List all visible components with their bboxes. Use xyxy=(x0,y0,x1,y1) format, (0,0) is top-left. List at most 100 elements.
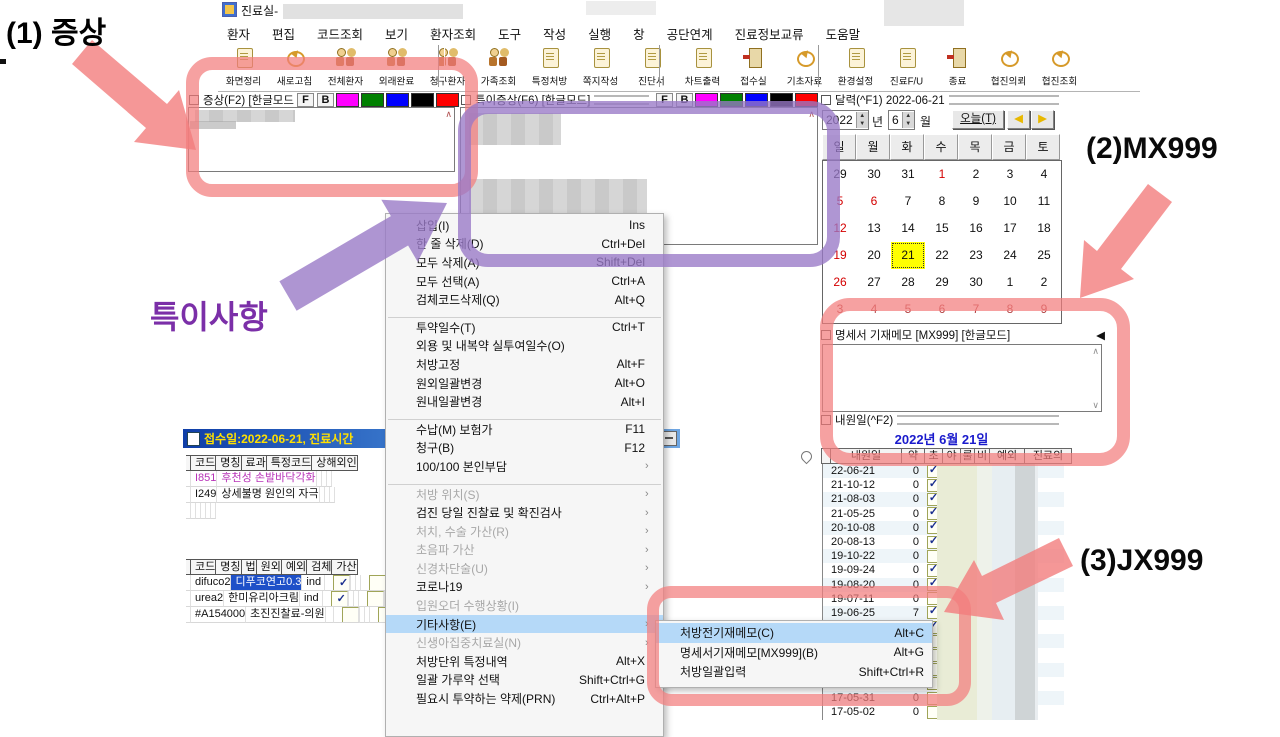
external-rx-checkbox[interactable] xyxy=(342,607,359,623)
prescription-column-header[interactable]: 검체 xyxy=(306,559,332,575)
calendar-day[interactable]: 18 xyxy=(1027,215,1061,242)
calendar-day[interactable]: 28 xyxy=(891,269,925,296)
visits-column-header[interactable]: 야 xyxy=(942,448,961,464)
menu-bar-item[interactable]: 진료정보교류 xyxy=(724,22,815,45)
calendar-day[interactable]: 5 xyxy=(823,188,857,215)
prescription-column-header[interactable]: 코드 xyxy=(190,559,216,575)
toolbar-button[interactable]: 가족조회 xyxy=(473,44,524,89)
context-menu-item[interactable]: 코로나19 › xyxy=(386,578,663,597)
toolbar-button[interactable]: 청구환자 xyxy=(422,44,473,89)
toolbar-button[interactable]: 외래완료 xyxy=(371,44,422,89)
calendar-day[interactable]: 17 xyxy=(993,215,1027,242)
calendar-day[interactable]: 23 xyxy=(959,242,993,269)
calendar-day[interactable]: 24 xyxy=(993,242,1027,269)
color-swatch-black[interactable] xyxy=(411,93,434,107)
font-button[interactable]: F xyxy=(656,93,673,107)
context-menu-item[interactable] xyxy=(386,309,663,318)
calendar-day[interactable]: 4 xyxy=(857,296,891,323)
calendar-day[interactable]: 1 xyxy=(993,269,1027,296)
scroll-up-icon[interactable]: ∧ xyxy=(808,110,815,118)
scroll-up-icon[interactable]: ∧ xyxy=(1092,347,1099,355)
calendar-today-button[interactable]: 오늘(T) xyxy=(952,110,1004,129)
panel-grip-icon[interactable] xyxy=(189,95,199,105)
context-menu-item[interactable]: 필요시 투약하는 약제(PRN) Ctrl+Alt+P xyxy=(386,689,663,708)
context-menu-item[interactable]: 초음파 가산 › xyxy=(386,541,663,560)
menu-bar-item[interactable]: 창 xyxy=(622,22,656,45)
context-menu-item[interactable]: 처방단위 특정내역 Alt+X xyxy=(386,652,663,671)
spinner-updown-icon[interactable]: ▲▼ xyxy=(902,112,914,128)
context-menu-item[interactable]: 모두 삭제(A) Shift+Del xyxy=(386,253,663,272)
visits-column-header[interactable]: 진료의 xyxy=(1024,448,1072,464)
spinner-updown-icon[interactable]: ▲▼ xyxy=(856,112,868,128)
calendar-day[interactable]: 7 xyxy=(891,188,925,215)
collapse-left-icon[interactable]: ◀ xyxy=(1096,328,1105,342)
context-menu-item[interactable]: 처방 위치(S) › xyxy=(386,485,663,504)
calendar-day[interactable]: 14 xyxy=(891,215,925,242)
panel-grip-icon[interactable] xyxy=(821,95,831,105)
calendar-day[interactable]: 8 xyxy=(925,188,959,215)
calendar-day[interactable]: 16 xyxy=(959,215,993,242)
calendar-day[interactable]: 15 xyxy=(925,215,959,242)
calendar-day[interactable]: 31 xyxy=(891,161,925,188)
calendar-day[interactable]: 5 xyxy=(891,296,925,323)
surcharge-checkbox[interactable] xyxy=(367,591,384,607)
menu-bar-item[interactable]: 코드조회 xyxy=(306,22,374,45)
toolbar-button[interactable]: 협진조회 xyxy=(1034,44,1085,89)
memo-text-area[interactable]: ∧ ∨ xyxy=(822,344,1102,412)
calendar-day[interactable]: 7 xyxy=(959,296,993,323)
context-menu-item[interactable] xyxy=(386,411,663,420)
visits-column-header[interactable]: 룰 xyxy=(960,448,975,464)
calendar-day[interactable]: 30 xyxy=(959,269,993,296)
calendar-day[interactable]: 19 xyxy=(823,242,857,269)
color-swatch-blue[interactable] xyxy=(745,93,768,107)
calendar-day[interactable]: 20 xyxy=(857,242,891,269)
diagnosis-column-header[interactable]: 코드 xyxy=(190,455,216,471)
color-swatch-green[interactable] xyxy=(361,93,384,107)
calendar-day[interactable]: 12 xyxy=(823,215,857,242)
calendar-day[interactable]: 27 xyxy=(857,269,891,296)
context-menu-item[interactable]: 한 줄 삭제(D) Ctrl+Del xyxy=(386,235,663,254)
context-menu-item[interactable]: 100/100 본인부담 › xyxy=(386,457,663,476)
font-button[interactable]: F xyxy=(297,93,314,107)
prescription-column-header[interactable]: 예외 xyxy=(281,559,307,575)
context-menu-item[interactable]: 검진 당일 진찰료 및 확진검사 › xyxy=(386,503,663,522)
toolbar-button[interactable]: 종료 xyxy=(932,44,983,89)
scroll-up-icon[interactable]: ∧ xyxy=(445,110,452,118)
context-menu-item[interactable]: 투약일수(T) Ctrl+T xyxy=(386,318,663,337)
menu-bar-item[interactable]: 도움말 xyxy=(815,22,872,45)
bold-button[interactable]: B xyxy=(317,93,334,107)
calendar-day[interactable]: 3 xyxy=(993,161,1027,188)
pin-icon[interactable] xyxy=(662,431,677,446)
visits-column-header[interactable]: 약 xyxy=(901,448,925,464)
context-menu-item[interactable] xyxy=(386,476,663,485)
diagnosis-column-header[interactable]: 특정코드 xyxy=(266,455,312,471)
diagnosis-column-header[interactable]: 상해외인 xyxy=(311,455,357,471)
toolbar-button[interactable]: 진단서 xyxy=(626,44,677,89)
calendar-day[interactable]: 9 xyxy=(959,188,993,215)
calendar-next-button[interactable]: ▶ xyxy=(1031,110,1054,129)
context-menu-item[interactable]: 원내일괄변경 Alt+I xyxy=(386,392,663,411)
submenu-item[interactable]: 처방전기재메모(C) Alt+C xyxy=(656,623,932,643)
external-rx-checkbox[interactable] xyxy=(331,591,348,607)
panel-grip-icon[interactable] xyxy=(461,95,471,105)
toolbar-button[interactable]: 진료F/U xyxy=(881,44,932,89)
context-menu-item[interactable]: 검체코드삭제(Q) Alt+Q xyxy=(386,290,663,309)
calendar-month-spinner[interactable]: 6▲▼ xyxy=(888,110,915,130)
menu-bar-item[interactable]: 작성 xyxy=(532,22,577,45)
visits-column-header[interactable]: 예외 xyxy=(989,448,1025,464)
toolbar-button[interactable]: 쪽지작성 xyxy=(575,44,626,89)
calendar-day[interactable]: 6 xyxy=(857,188,891,215)
menu-bar-item[interactable]: 환자조회 xyxy=(419,22,487,45)
symptom-text-area[interactable]: ∧ xyxy=(188,107,455,172)
calendar-day[interactable]: 25 xyxy=(1027,242,1061,269)
menu-bar-item[interactable]: 보기 xyxy=(374,22,419,45)
menu-bar-item[interactable]: 편집 xyxy=(261,22,306,45)
scroll-down-icon[interactable]: ∨ xyxy=(1092,401,1099,409)
visits-column-header[interactable]: 비 xyxy=(974,448,990,464)
color-swatch-magenta[interactable] xyxy=(695,93,718,107)
color-swatch-red[interactable] xyxy=(795,93,818,107)
calendar-day[interactable]: 29 xyxy=(925,269,959,296)
calendar-day[interactable]: 6 xyxy=(925,296,959,323)
diagnosis-column-header[interactable]: 명칭 xyxy=(215,455,241,471)
context-menu-item[interactable]: 입원오더 수행상황(I) xyxy=(386,596,663,615)
